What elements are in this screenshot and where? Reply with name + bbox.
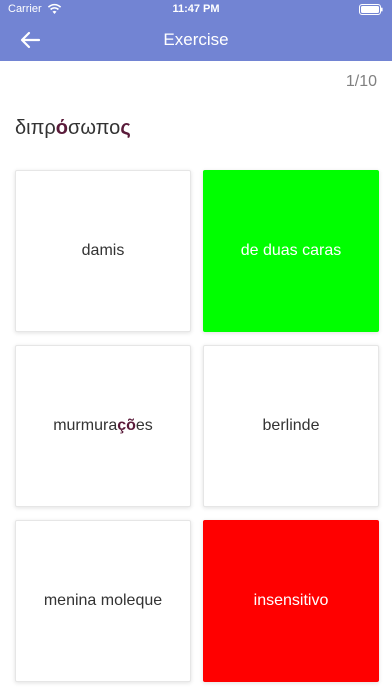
battery-icon [359, 4, 383, 15]
status-time: 11:47 PM [172, 3, 220, 15]
progress-counter: 1/10 [345, 73, 377, 90]
question-part-1: διπρ [15, 117, 56, 139]
page-title: Exercise [163, 30, 229, 49]
header: Carrier 11:47 PM Exercise [0, 0, 392, 61]
answer-label-highlight: çõ [117, 417, 136, 434]
answer-label: murmurações [53, 417, 153, 435]
question-word: διπρόσωπος [15, 117, 131, 140]
nav-bar: Exercise [0, 20, 392, 61]
answer-card-berlinde[interactable]: berlinde [203, 345, 379, 507]
answer-label: de duas caras [240, 242, 342, 259]
answer-card-murmuracoes[interactable]: murmurações [15, 345, 191, 507]
question-highlight-2: ς [120, 117, 131, 139]
answer-card-menina-moleque[interactable]: menina moleque [15, 520, 191, 682]
answer-label: insensitivo [253, 592, 329, 609]
question-highlight: ό [55, 117, 68, 139]
status-bar: Carrier 11:47 PM [0, 0, 392, 20]
answer-label-part-1: murmura [53, 417, 118, 434]
answer-card-damis[interactable]: damis [15, 170, 191, 332]
answer-label: damis [81, 242, 125, 259]
answer-card-correct[interactable]: de duas caras [203, 170, 379, 332]
answer-label-part-2: es [135, 417, 153, 434]
question-part-2: σωπο [67, 117, 121, 139]
answer-card-wrong[interactable]: insensitivo [203, 520, 379, 682]
answer-label: menina moleque [43, 592, 163, 609]
answer-label: berlinde [262, 417, 320, 434]
